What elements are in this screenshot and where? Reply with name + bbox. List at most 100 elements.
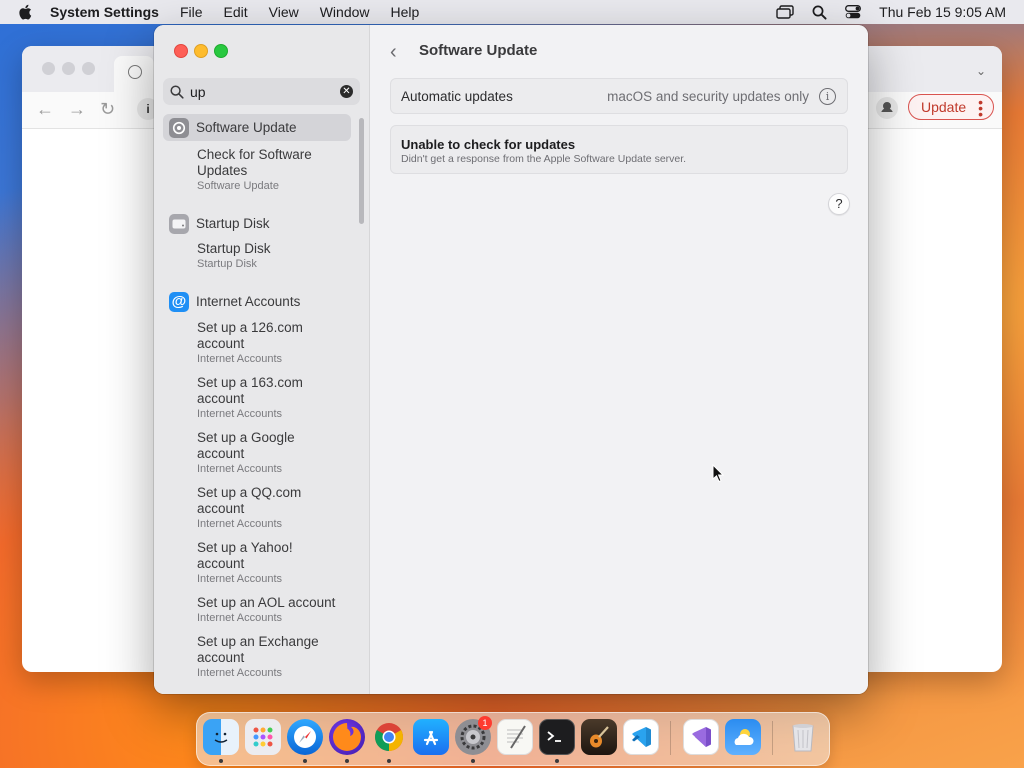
result-subtitle: Software Update: [197, 180, 279, 192]
menu-file[interactable]: File: [180, 4, 203, 20]
search-icon: [170, 84, 184, 99]
running-indicator: [387, 759, 391, 763]
search-results-list: Software Update Check for Software Updat…: [163, 114, 351, 694]
close-button[interactable]: [174, 44, 188, 58]
dock: [196, 712, 830, 766]
search-input[interactable]: up: [190, 84, 206, 100]
sidebar-item-internet-accounts[interactable]: @ Internet Accounts: [163, 288, 351, 315]
running-indicator: [555, 759, 559, 763]
result-subtitle: Internet Accounts: [197, 573, 282, 585]
reload-icon[interactable]: ↻: [100, 99, 115, 120]
info-icon[interactable]: i: [819, 88, 836, 105]
sidebar: up ✕ Software Update Check for Software …: [154, 25, 370, 694]
menu-window[interactable]: Window: [320, 4, 370, 20]
chrome-icon[interactable]: [371, 719, 407, 755]
list-item[interactable]: Set up a Google account Internet Account…: [197, 430, 307, 476]
terminal-icon[interactable]: [539, 719, 575, 755]
browser-minimize-button[interactable]: [62, 62, 75, 75]
sidebar-scrollbar[interactable]: [359, 118, 364, 224]
profile-icon[interactable]: [876, 97, 898, 119]
result-subtitle: Internet Accounts: [197, 408, 282, 420]
list-item[interactable]: Check for Software Updates Software Upda…: [197, 147, 351, 193]
garageband-icon[interactable]: [581, 719, 617, 755]
main-content: ‹ Software Update Automatic updates macO…: [370, 25, 868, 694]
control-center-icon[interactable]: [845, 5, 862, 19]
result-subtitle: Internet Accounts: [197, 612, 282, 624]
list-item[interactable]: Set up a 163.com account Internet Accoun…: [197, 375, 317, 421]
automatic-updates-row: Automatic updates macOS and security upd…: [390, 78, 848, 114]
running-indicator: [471, 759, 475, 763]
list-item[interactable]: Set up an Exchange account Internet Acco…: [197, 634, 327, 680]
globe-icon: [128, 65, 142, 79]
list-item[interactable]: Set up an AOL account Internet Accounts: [197, 595, 347, 625]
finder-icon[interactable]: [203, 719, 239, 755]
menu-view[interactable]: View: [269, 4, 299, 20]
menu-clock[interactable]: Thu Feb 15 9:05 AM: [879, 4, 1006, 20]
screen-mirroring-icon[interactable]: [776, 5, 794, 19]
textedit-icon[interactable]: [497, 719, 533, 755]
sidebar-item-startup-disk[interactable]: Startup Disk: [163, 210, 351, 237]
browser-update-button[interactable]: Update • • •: [908, 94, 994, 121]
kebab-menu-icon[interactable]: • • •: [978, 95, 983, 121]
sidebar-item-software-update[interactable]: Software Update: [163, 114, 351, 141]
menu-edit[interactable]: Edit: [224, 4, 248, 20]
result-subtitle: Internet Accounts: [197, 463, 282, 475]
menu-help[interactable]: Help: [391, 4, 420, 20]
result-title: Set up a QQ.com account: [197, 485, 302, 516]
running-indicator: [345, 759, 349, 763]
running-indicator: [303, 759, 307, 763]
app-store-icon[interactable]: [413, 719, 449, 755]
notification-badge: 1: [478, 716, 492, 730]
spotlight-search-icon[interactable]: [812, 5, 827, 20]
dock-divider: [670, 721, 671, 755]
launchpad-icon[interactable]: [245, 719, 281, 755]
mouse-cursor-icon: [712, 464, 724, 483]
search-field[interactable]: up ✕: [163, 78, 360, 105]
result-subtitle: Internet Accounts: [197, 518, 282, 530]
clear-search-icon[interactable]: ✕: [340, 85, 353, 98]
result-title: Set up an Exchange account: [197, 634, 319, 665]
vscode-icon[interactable]: [623, 719, 659, 755]
error-detail: Didn't get a response from the Apple Sof…: [401, 153, 687, 165]
sidebar-item-label: Software Update: [196, 120, 297, 135]
help-button[interactable]: ?: [828, 193, 850, 215]
result-title: Startup Disk: [197, 241, 271, 256]
result-title: Set up a Yahoo! account: [197, 540, 293, 571]
result-subtitle: Internet Accounts: [197, 353, 282, 365]
result-subtitle: Internet Accounts: [197, 667, 282, 679]
list-item[interactable]: Set up a Yahoo! account Internet Account…: [197, 540, 307, 586]
trash-icon[interactable]: [785, 719, 821, 755]
error-heading: Unable to check for updates: [401, 137, 576, 152]
menu-bar: System Settings File Edit View Window He…: [0, 0, 1024, 24]
browser-close-button[interactable]: [42, 62, 55, 75]
result-title: Set up a 163.com account: [197, 375, 303, 406]
result-title: Set up an AOL account: [197, 595, 336, 610]
page-title: Software Update: [419, 42, 538, 59]
apple-menu-icon[interactable]: [18, 4, 32, 20]
back-arrow-icon[interactable]: ←: [36, 99, 54, 120]
automatic-updates-label: Automatic updates: [401, 89, 513, 104]
back-chevron-icon[interactable]: ‹: [390, 41, 397, 64]
forward-arrow-icon[interactable]: →: [68, 99, 86, 120]
gear-icon: [169, 117, 189, 138]
result-title: Set up a Google account: [197, 430, 295, 461]
safari-icon[interactable]: [287, 719, 323, 755]
list-item[interactable]: Set up a QQ.com account Internet Account…: [197, 485, 312, 531]
sidebar-item-label: Internet Accounts: [196, 294, 301, 309]
sidebar-item-label: Startup Disk: [196, 216, 270, 231]
result-subtitle: Startup Disk: [197, 258, 257, 270]
list-item[interactable]: Set up a 126.com account Internet Accoun…: [197, 320, 317, 366]
menu-app-name[interactable]: System Settings: [50, 4, 159, 20]
weather-icon[interactable]: [725, 719, 761, 755]
visual-studio-icon[interactable]: [683, 719, 719, 755]
zoom-button[interactable]: [214, 44, 228, 58]
update-error-card: Unable to check for updates Didn't get a…: [390, 125, 848, 174]
disk-icon: [169, 213, 189, 234]
chevron-down-icon[interactable]: ⌄: [976, 64, 986, 78]
firefox-icon[interactable]: [329, 719, 365, 755]
list-item[interactable]: Startup Disk Startup Disk: [197, 241, 351, 271]
browser-zoom-button[interactable]: [82, 62, 95, 75]
minimize-button[interactable]: [194, 44, 208, 58]
system-settings-window: up ✕ Software Update Check for Software …: [154, 25, 868, 694]
result-title: Set up a 126.com account: [197, 320, 303, 351]
